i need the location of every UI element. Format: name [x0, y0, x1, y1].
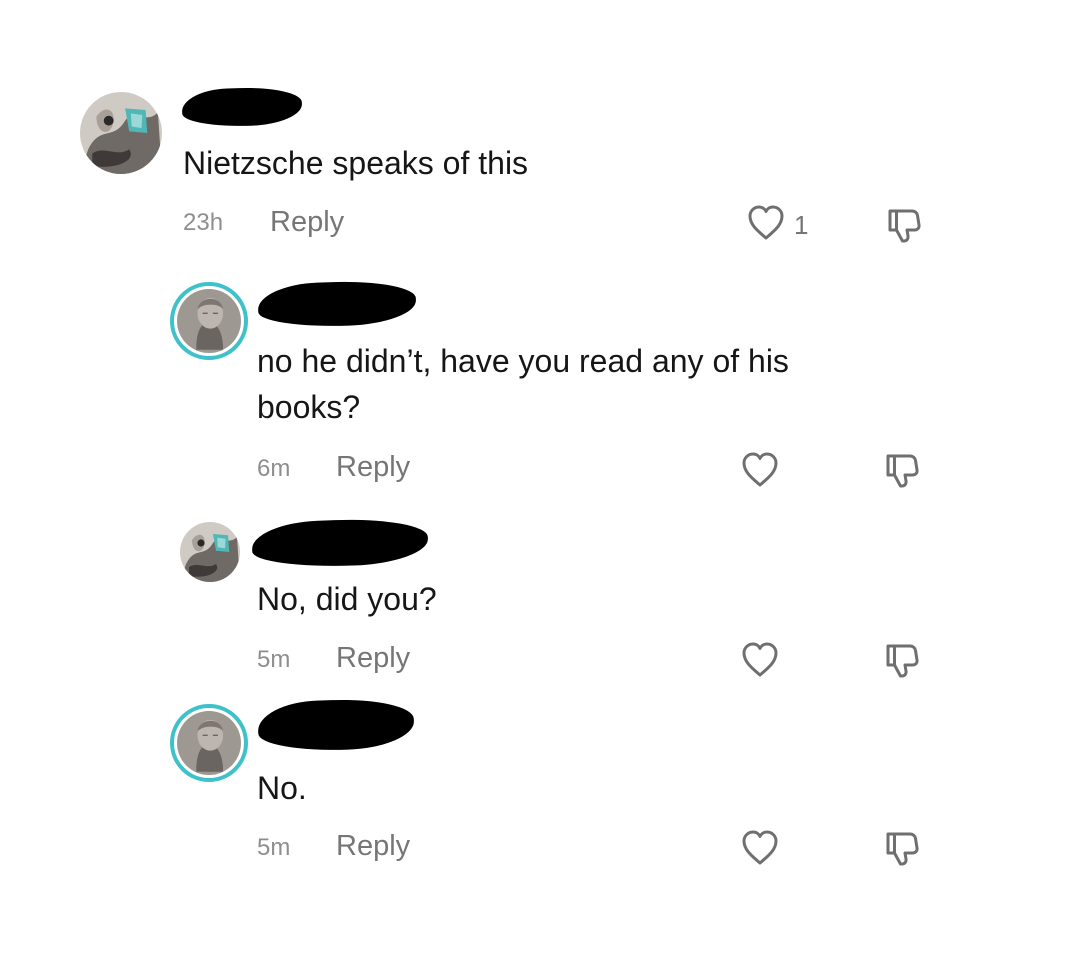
- dislike-button[interactable]: [882, 828, 922, 868]
- comment-timestamp: 5m: [257, 834, 291, 861]
- reply-button[interactable]: Reply: [336, 451, 410, 484]
- comment-text: no he didn’t, have you read any of his b…: [257, 343, 789, 425]
- redacted-username: [257, 697, 415, 753]
- redacted-username: [181, 85, 303, 129]
- dislike-button[interactable]: [884, 205, 924, 245]
- reply-button[interactable]: Reply: [270, 206, 344, 239]
- like-button[interactable]: [740, 828, 780, 868]
- comment-timestamp: 5m: [257, 646, 291, 673]
- dislike-button[interactable]: [882, 450, 922, 490]
- thumbs-down-outline-icon: [882, 450, 922, 490]
- redacted-username: [257, 279, 417, 329]
- thumbs-down-outline-icon: [884, 205, 924, 245]
- statue-art-avatar-icon: [180, 522, 240, 582]
- comment-text: No.: [257, 770, 307, 806]
- like-button[interactable]: [746, 203, 786, 243]
- statue-art-avatar-icon: [80, 92, 162, 174]
- reply-button[interactable]: Reply: [336, 642, 410, 675]
- heart-outline-icon: [740, 450, 780, 490]
- heart-outline-icon: [740, 640, 780, 680]
- thumbs-down-outline-icon: [882, 640, 922, 680]
- avatar[interactable]: [170, 282, 248, 360]
- avatar[interactable]: [180, 522, 240, 582]
- comment-timestamp: 23h: [183, 209, 224, 236]
- reply-button[interactable]: Reply: [336, 830, 410, 863]
- like-button[interactable]: [740, 640, 780, 680]
- like-count: 1: [794, 210, 809, 240]
- avatar[interactable]: [170, 704, 248, 782]
- comment-text: No, did you?: [257, 581, 437, 617]
- dislike-button[interactable]: [882, 640, 922, 680]
- heart-outline-icon: [746, 203, 786, 243]
- bust-avatar-icon: [177, 711, 241, 775]
- comment-text: Nietzsche speaks of this: [183, 145, 529, 181]
- redacted-username: [251, 516, 429, 570]
- comment-timestamp: 6m: [257, 455, 291, 482]
- thumbs-down-outline-icon: [882, 828, 922, 868]
- avatar[interactable]: [80, 92, 162, 174]
- like-button[interactable]: [740, 450, 780, 490]
- bust-avatar-icon: [177, 289, 241, 353]
- heart-outline-icon: [740, 828, 780, 868]
